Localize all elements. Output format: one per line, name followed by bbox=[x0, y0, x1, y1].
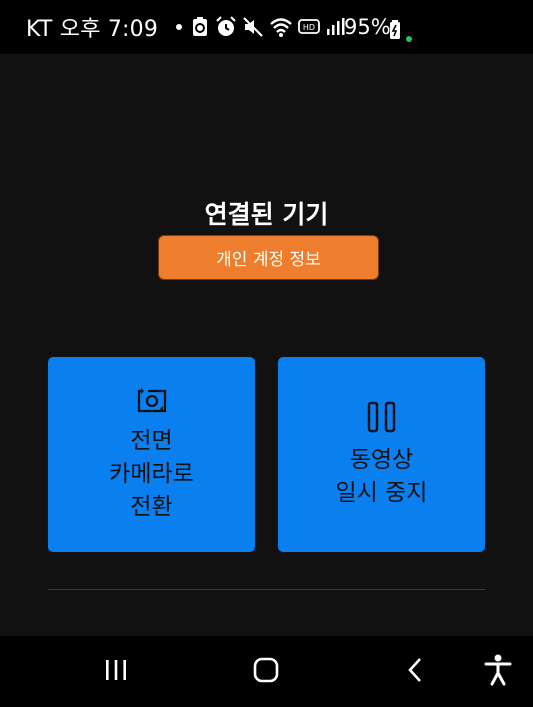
signal-icon bbox=[325, 17, 345, 37]
status-bar: KT 오후 7:09 HD 95% bbox=[0, 0, 533, 54]
divider bbox=[48, 589, 485, 590]
pause-video-button[interactable]: 동영상 일시 중지 bbox=[278, 357, 485, 552]
switch-camera-icon bbox=[135, 385, 169, 419]
personal-account-button[interactable]: 개인 계정 정보 bbox=[158, 235, 379, 280]
notification-dot bbox=[176, 24, 183, 30]
pause-video-label: 동영상 일시 중지 bbox=[335, 446, 428, 506]
back-icon bbox=[403, 656, 427, 688]
navigation-bar bbox=[0, 636, 533, 707]
back-button[interactable] bbox=[395, 654, 435, 690]
mute-icon bbox=[242, 16, 264, 38]
accessibility-button[interactable] bbox=[478, 654, 518, 690]
recycle-icon bbox=[190, 16, 210, 38]
recents-icon bbox=[103, 658, 129, 686]
home-icon bbox=[252, 656, 280, 688]
carrier-time: KT 오후 7:09 bbox=[26, 17, 159, 42]
alarm-icon bbox=[215, 16, 237, 38]
switch-front-camera-button[interactable]: 전면 카메라로 전환 bbox=[48, 357, 255, 552]
battery-icon bbox=[389, 20, 401, 44]
home-button[interactable] bbox=[246, 654, 286, 690]
hd-icon: HD bbox=[298, 18, 320, 36]
svg-text:HD: HD bbox=[303, 23, 315, 32]
recents-button[interactable] bbox=[96, 654, 136, 690]
connected-devices-title: 연결된 기기 bbox=[204, 200, 329, 229]
wifi-icon bbox=[269, 16, 293, 38]
mic-indicator-dot bbox=[406, 36, 412, 42]
switch-camera-label: 전면 카메라로 전환 bbox=[109, 428, 194, 520]
accessibility-icon bbox=[484, 654, 512, 690]
battery-percent: 95% bbox=[344, 15, 391, 39]
pause-icon bbox=[365, 400, 399, 438]
